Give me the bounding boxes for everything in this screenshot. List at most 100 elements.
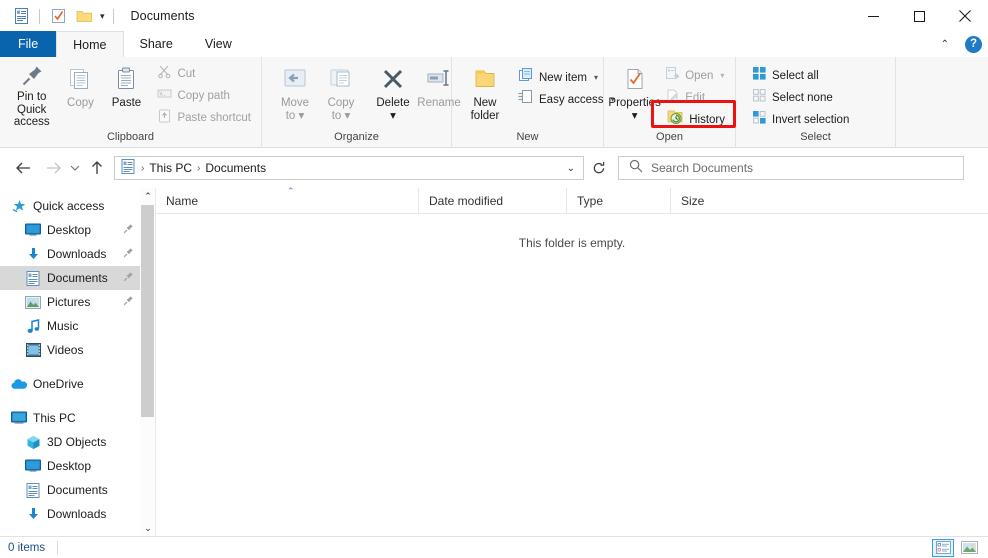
minimize-button[interactable] xyxy=(850,0,896,32)
invert-selection-icon xyxy=(752,110,767,130)
tab-share[interactable]: Share xyxy=(124,31,189,57)
invert-selection-label: Invert selection xyxy=(772,113,850,126)
open-icon xyxy=(665,66,680,86)
qat-new-folder-check-icon[interactable] xyxy=(45,3,71,29)
sidebar-item-3d-objects-thispc[interactable]: 3D Objects xyxy=(0,430,140,454)
copy-button[interactable]: Copy xyxy=(57,61,103,129)
tab-file[interactable]: File xyxy=(0,31,57,57)
invert-selection-button[interactable]: Invert selection xyxy=(748,109,853,130)
paste-button[interactable]: Paste xyxy=(103,61,149,129)
forward-button[interactable] xyxy=(40,155,66,181)
copy-path-button[interactable]: \\.. Copy path xyxy=(153,85,255,106)
scroll-down-arrow-icon[interactable]: ⌄ xyxy=(140,520,156,536)
select-none-button[interactable]: Select none xyxy=(748,87,853,108)
properties-button[interactable]: Properties ▾ xyxy=(608,61,661,129)
copy-to-button[interactable]: Copy to ▾ xyxy=(318,61,364,129)
svg-text:\\..: \\.. xyxy=(160,91,166,97)
large-icons-view-button[interactable] xyxy=(958,539,980,557)
navigation-pane: Quick access Desktop Downloads Documents Pic… xyxy=(0,188,140,536)
breadcrumb-this-pc[interactable]: This PC xyxy=(146,161,195,175)
sidebar-item-quick-access[interactable]: Quick access xyxy=(0,194,140,218)
sidebar-item-desktop-thispc[interactable]: Desktop xyxy=(0,454,140,478)
column-header-type[interactable]: Type xyxy=(566,187,670,214)
properties-icon xyxy=(622,63,648,95)
sidebar-item-onedrive[interactable]: OneDrive xyxy=(0,372,140,396)
pin-icon[interactable] xyxy=(123,295,134,309)
downloads-icon xyxy=(24,246,42,262)
sidebar-item-downloads[interactable]: Downloads xyxy=(0,242,140,266)
copy-to-label: Copy to ▾ xyxy=(327,97,355,122)
column-header-size[interactable]: Size xyxy=(670,187,750,214)
tab-view[interactable]: View xyxy=(189,31,248,57)
paste-shortcut-label: Paste shortcut xyxy=(177,111,251,124)
new-folder-button[interactable]: New folder xyxy=(462,61,508,129)
easy-access-button[interactable]: Easy access ▾ xyxy=(514,89,619,110)
sidebar-item-label: Pictures xyxy=(47,295,91,309)
address-input[interactable]: › This PC › Documents ⌄ xyxy=(114,156,584,180)
sidebar-item-documents-thispc[interactable]: Documents xyxy=(0,478,140,502)
tab-home[interactable]: Home xyxy=(56,31,124,57)
item-count-label: 0 items xyxy=(8,541,46,554)
delete-button[interactable]: Delete ▾ xyxy=(370,61,416,129)
edit-button[interactable]: Edit xyxy=(661,87,729,108)
history-label: History xyxy=(689,113,725,126)
open-button[interactable]: Open ▾ xyxy=(661,65,729,86)
downloads-icon xyxy=(24,506,42,522)
quick-access-toolbar: ▾ Documents xyxy=(0,0,195,32)
column-header-name[interactable]: Name ⌃ xyxy=(156,186,418,214)
navigation-pane-scrollbar[interactable]: ⌃ ⌄ xyxy=(140,188,156,536)
paste-shortcut-icon xyxy=(157,108,172,128)
search-icon xyxy=(629,159,643,178)
history-button[interactable]: History xyxy=(661,109,729,130)
select-all-button[interactable]: Select all xyxy=(748,65,853,86)
up-button[interactable] xyxy=(84,155,110,181)
back-button[interactable] xyxy=(10,155,36,181)
new-item-button[interactable]: New item ▾ xyxy=(514,67,619,88)
paste-shortcut-button[interactable]: Paste shortcut xyxy=(153,107,255,128)
qat-folder-icon[interactable] xyxy=(71,3,97,29)
recent-locations-button[interactable] xyxy=(66,155,84,181)
sidebar-item-music[interactable]: Music xyxy=(0,314,140,338)
pin-to-quick-access-button[interactable]: Pin to Quick access xyxy=(6,61,57,129)
empty-folder-message: This folder is empty. xyxy=(518,236,626,250)
pin-icon[interactable] xyxy=(123,223,134,237)
sidebar-item-label: Desktop xyxy=(47,223,92,237)
copy-icon xyxy=(67,63,93,95)
group-label-open: Open xyxy=(656,131,683,143)
maximize-button[interactable] xyxy=(896,0,942,32)
qat-dropdown-caret-icon[interactable]: ▾ xyxy=(97,11,108,22)
details-view-button[interactable] xyxy=(932,538,954,557)
address-dropdown-caret-icon[interactable]: ⌄ xyxy=(559,163,583,174)
sidebar-item-documents[interactable]: Documents xyxy=(0,266,140,290)
help-button[interactable]: ? xyxy=(965,35,982,53)
sidebar-item-this-pc[interactable]: This PC xyxy=(0,406,140,430)
open-caret-icon: ▾ xyxy=(720,71,725,80)
file-list-pane: Name ⌃ Date modified Type Size This folder i… xyxy=(156,186,988,536)
scrollbar-thumb[interactable] xyxy=(141,205,154,417)
refresh-button[interactable] xyxy=(584,156,614,180)
easy-access-icon xyxy=(518,89,534,110)
sidebar-item-pictures[interactable]: Pictures xyxy=(0,290,140,314)
qat-properties-icon[interactable] xyxy=(8,3,34,29)
close-button[interactable] xyxy=(942,0,988,32)
new-folder-label: New folder xyxy=(470,97,500,122)
pin-icon[interactable] xyxy=(123,247,134,261)
sidebar-item-label: Desktop xyxy=(47,459,92,473)
sidebar-item-label: Videos xyxy=(47,343,84,357)
search-input[interactable]: Search Documents xyxy=(618,156,964,180)
scroll-up-arrow-icon[interactable]: ⌃ xyxy=(140,188,156,204)
collapse-ribbon-button[interactable]: ⌃ xyxy=(935,36,955,53)
sidebar-item-desktop[interactable]: Desktop xyxy=(0,218,140,242)
column-header-date-modified[interactable]: Date modified xyxy=(418,187,566,214)
move-to-button[interactable]: Move to ▾ xyxy=(272,61,318,129)
sidebar-item-downloads-thispc[interactable]: Downloads xyxy=(0,502,140,526)
cut-button[interactable]: Cut xyxy=(153,63,255,84)
sidebar-item-label: Downloads xyxy=(47,507,107,521)
music-icon xyxy=(24,318,42,334)
sidebar-item-videos[interactable]: Videos xyxy=(0,338,140,362)
breadcrumb-separator-1[interactable]: › xyxy=(195,163,202,174)
pin-icon[interactable] xyxy=(123,271,134,285)
sidebar-item-label: Music xyxy=(47,319,79,333)
breadcrumb-separator-0[interactable]: › xyxy=(139,163,146,174)
breadcrumb-documents[interactable]: Documents xyxy=(202,161,269,175)
